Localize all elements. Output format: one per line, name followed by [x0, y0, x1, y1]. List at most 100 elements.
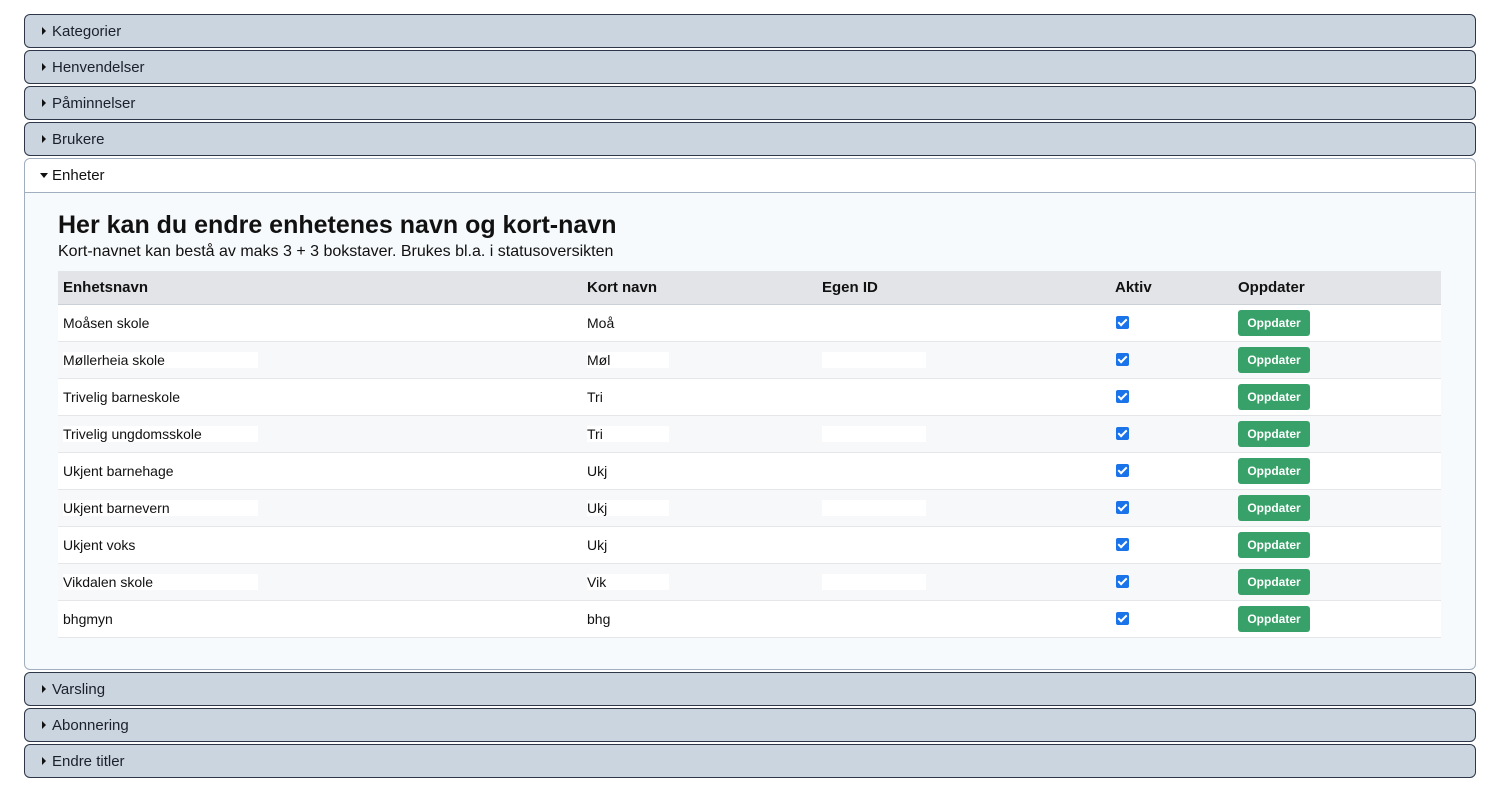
unit-name-input[interactable] — [63, 352, 258, 368]
cell-aktiv — [1110, 452, 1233, 490]
unit-name-input[interactable] — [63, 537, 258, 553]
update-button[interactable]: Oppdater — [1238, 495, 1310, 521]
section-title: Påminnelser — [52, 94, 136, 112]
unit-name-input[interactable] — [63, 574, 258, 590]
short-name-input[interactable] — [587, 500, 669, 516]
unit-name-input[interactable] — [63, 389, 258, 405]
section-header-enheter[interactable]: Enheter — [25, 159, 1475, 193]
section-header-brukere[interactable]: Brukere — [24, 122, 1476, 156]
caret-right-icon — [42, 27, 46, 35]
short-name-input[interactable] — [587, 352, 669, 368]
active-checkbox[interactable] — [1116, 575, 1129, 588]
cell-aktiv — [1110, 304, 1233, 342]
egen-id-input[interactable] — [822, 500, 926, 516]
caret-right-icon — [42, 135, 46, 143]
panel-heading: Her kan du endre enhetenes navn og kort-… — [58, 211, 617, 239]
cell-oppdater: Oppdater — [1233, 304, 1441, 342]
cell-aktiv — [1110, 489, 1233, 527]
update-button[interactable]: Oppdater — [1238, 347, 1310, 373]
table-row: Oppdater — [58, 526, 1441, 564]
table-row: Oppdater — [58, 489, 1441, 527]
unit-name-input[interactable] — [63, 315, 258, 331]
section-header-henvendelser[interactable]: Henvendelser — [24, 50, 1476, 84]
cell-egen-id — [817, 415, 1110, 453]
cell-name — [58, 526, 582, 564]
section-title: Endre titler — [52, 752, 125, 770]
short-name-input[interactable] — [587, 463, 669, 479]
section-header-abonnering[interactable]: Abonnering — [24, 708, 1476, 742]
unit-name-input[interactable] — [63, 500, 258, 516]
cell-oppdater: Oppdater — [1233, 452, 1441, 490]
update-button[interactable]: Oppdater — [1238, 606, 1310, 632]
section-title: Brukere — [52, 130, 105, 148]
section-title: Henvendelser — [52, 58, 145, 76]
cell-aktiv — [1110, 341, 1233, 379]
cell-name — [58, 304, 582, 342]
active-checkbox[interactable] — [1116, 464, 1129, 477]
unit-name-input[interactable] — [63, 426, 258, 442]
cell-aktiv — [1110, 600, 1233, 638]
cell-short — [582, 378, 817, 416]
active-checkbox[interactable] — [1116, 538, 1129, 551]
unit-name-input[interactable] — [63, 611, 258, 627]
cell-name — [58, 415, 582, 453]
active-checkbox[interactable] — [1116, 390, 1129, 403]
short-name-input[interactable] — [587, 426, 669, 442]
egen-id-input[interactable] — [822, 315, 926, 331]
short-name-input[interactable] — [587, 389, 669, 405]
table-row: Oppdater — [58, 600, 1441, 638]
caret-right-icon — [42, 721, 46, 729]
section-title: Enheter — [52, 167, 105, 184]
cell-name — [58, 563, 582, 601]
cell-name — [58, 489, 582, 527]
table-row: Oppdater — [58, 452, 1441, 490]
egen-id-input[interactable] — [822, 537, 926, 553]
cell-egen-id — [817, 452, 1110, 490]
section-header-varsling[interactable]: Varsling — [24, 672, 1476, 706]
cell-name — [58, 378, 582, 416]
cell-egen-id — [817, 378, 1110, 416]
section-header-påminnelser[interactable]: Påminnelser — [24, 86, 1476, 120]
table-row: Oppdater — [58, 341, 1441, 379]
update-button[interactable]: Oppdater — [1238, 532, 1310, 558]
cell-egen-id — [817, 563, 1110, 601]
egen-id-input[interactable] — [822, 426, 926, 442]
active-checkbox[interactable] — [1116, 316, 1129, 329]
caret-right-icon — [42, 63, 46, 71]
egen-id-input[interactable] — [822, 574, 926, 590]
egen-id-input[interactable] — [822, 611, 926, 627]
cell-egen-id — [817, 600, 1110, 638]
col-egen-id: Egen ID — [817, 271, 1110, 305]
cell-short — [582, 563, 817, 601]
cell-egen-id — [817, 526, 1110, 564]
active-checkbox[interactable] — [1116, 427, 1129, 440]
section-enheter: Enheter Her kan du endre enhetenes navn … — [24, 158, 1476, 670]
egen-id-input[interactable] — [822, 352, 926, 368]
cell-egen-id — [817, 304, 1110, 342]
section-header-kategorier[interactable]: Kategorier — [24, 14, 1476, 48]
section-title: Abonnering — [52, 716, 129, 734]
short-name-input[interactable] — [587, 611, 669, 627]
update-button[interactable]: Oppdater — [1238, 458, 1310, 484]
section-header-endre-titler[interactable]: Endre titler — [24, 744, 1476, 778]
cell-short — [582, 600, 817, 638]
active-checkbox[interactable] — [1116, 612, 1129, 625]
table-header-row: Enhetsnavn Kort navn Egen ID Aktiv Oppda… — [58, 271, 1441, 305]
caret-right-icon — [42, 99, 46, 107]
egen-id-input[interactable] — [822, 389, 926, 405]
update-button[interactable]: Oppdater — [1238, 310, 1310, 336]
cell-short — [582, 304, 817, 342]
unit-name-input[interactable] — [63, 463, 258, 479]
col-kort-navn: Kort navn — [582, 271, 817, 305]
update-button[interactable]: Oppdater — [1238, 569, 1310, 595]
short-name-input[interactable] — [587, 574, 669, 590]
cell-name — [58, 452, 582, 490]
active-checkbox[interactable] — [1116, 501, 1129, 514]
short-name-input[interactable] — [587, 537, 669, 553]
active-checkbox[interactable] — [1116, 353, 1129, 366]
egen-id-input[interactable] — [822, 463, 926, 479]
update-button[interactable]: Oppdater — [1238, 421, 1310, 447]
cell-short — [582, 415, 817, 453]
update-button[interactable]: Oppdater — [1238, 384, 1310, 410]
short-name-input[interactable] — [587, 315, 669, 331]
